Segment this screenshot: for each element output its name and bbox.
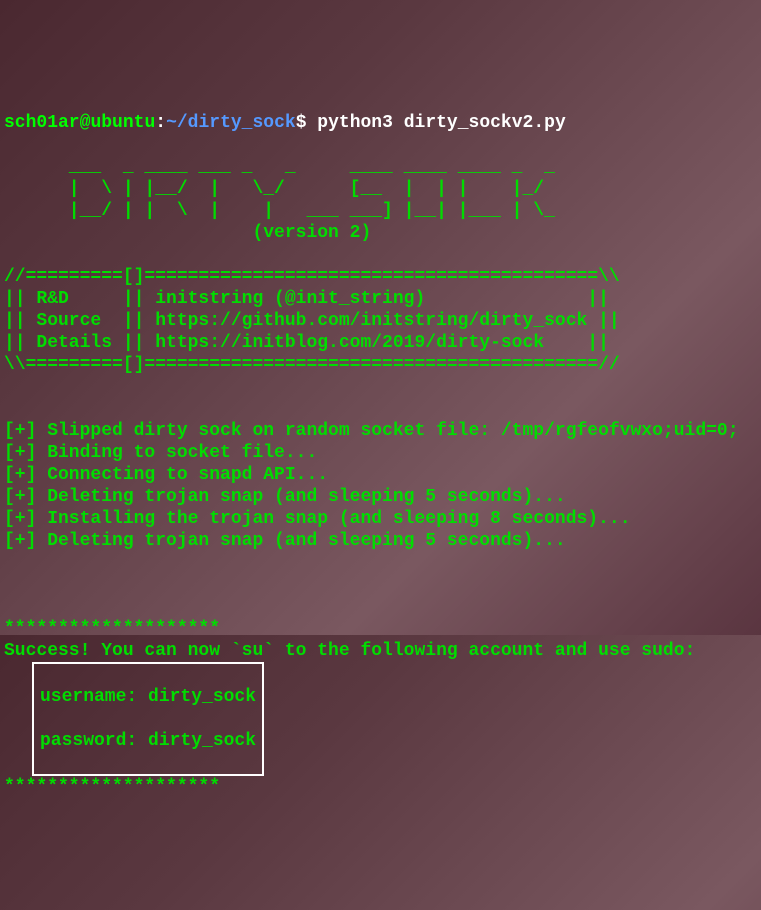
banner-line2: || R&D || initstring (@init_string) || <box>4 289 609 309</box>
prompt-path: ~/dirty_sock <box>166 113 296 133</box>
ascii-art-line1: ___ _ ____ ___ _ _ ____ ____ ____ _ _ <box>4 157 566 177</box>
log-line1: [+] Slipped dirty sock on random socket … <box>4 421 739 441</box>
output-blank <box>4 245 15 265</box>
log-line5: [+] Installing the trojan snap (and slee… <box>4 509 631 529</box>
log-line4: [+] Deleting trojan snap (and sleeping 5… <box>4 487 566 507</box>
log-line2: [+] Binding to socket file... <box>4 443 317 463</box>
prompt-dollar: $ <box>296 113 307 133</box>
output-blank <box>4 575 15 595</box>
terminal-window[interactable]: sch01ar@ubuntu:~/dirty_sock$ python3 dir… <box>0 88 761 800</box>
result-success: Success! You can now `su` to the followi… <box>4 641 695 661</box>
ascii-art-version: (version 2) <box>4 223 371 243</box>
credentials-box: username: dirty_sock password: dirty_soc… <box>32 662 264 776</box>
output-blank <box>4 597 15 617</box>
result-stars1: ******************** <box>4 619 220 639</box>
output-blank <box>4 377 15 397</box>
output-blank <box>4 135 15 155</box>
result-password: password: dirty_sock <box>40 730 256 752</box>
banner-line4: || Details || https://initblog.com/2019/… <box>4 333 609 353</box>
ascii-art-line2: | \ | |__/ | \_/ [__ | | | |_/ <box>4 179 566 199</box>
prompt-at: @ <box>80 113 91 133</box>
ascii-art-line3: |__/ | | \ | | ___ ___] |__| |___ | \_ <box>4 201 566 221</box>
result-stars2: ******************** <box>4 777 220 797</box>
log-line6: [+] Deleting trojan snap (and sleeping 5… <box>4 531 566 551</box>
result-username: username: dirty_sock <box>40 686 256 708</box>
banner-line3: || Source || https://github.com/initstri… <box>4 311 620 331</box>
output-blank <box>4 553 15 573</box>
output-blank <box>4 399 15 419</box>
prompt-colon: : <box>155 113 166 133</box>
prompt-line: sch01ar@ubuntu:~/dirty_sock$ python3 dir… <box>4 113 566 133</box>
banner-line1: //=========[]===========================… <box>4 267 620 287</box>
log-line3: [+] Connecting to snapd API... <box>4 465 328 485</box>
banner-line5: \\=========[]===========================… <box>4 355 620 375</box>
command-text: python3 dirty_sockv2.py <box>307 113 566 133</box>
prompt-host: ubuntu <box>90 113 155 133</box>
prompt-user: sch01ar <box>4 113 80 133</box>
